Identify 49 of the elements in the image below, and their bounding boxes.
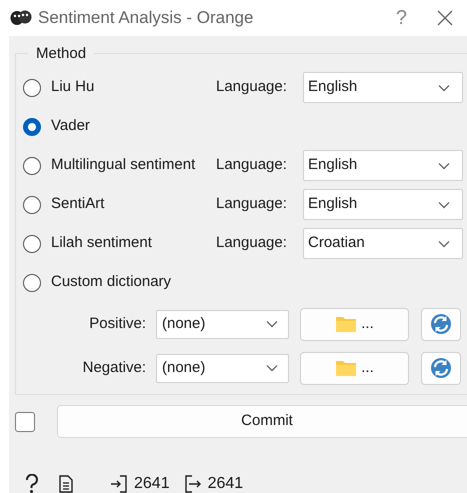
- output-count: 2641: [208, 474, 244, 493]
- help-icon[interactable]: [25, 474, 39, 493]
- output-arrow-icon: [184, 475, 202, 493]
- help-button[interactable]: ?: [396, 3, 407, 33]
- language-dropdown[interactable]: English: [303, 72, 463, 103]
- refresh-icon: [430, 313, 452, 335]
- method-label: Multilingual sentiment: [51, 155, 196, 176]
- method-label: Vader: [51, 116, 90, 136]
- dictionary-label: Positive:: [88, 314, 147, 334]
- reload-button[interactable]: [421, 352, 461, 384]
- method-label: SentiArt: [51, 194, 104, 214]
- radio-button[interactable]: [23, 234, 41, 252]
- language-dropdown[interactable]: English: [303, 150, 463, 181]
- input-arrow-icon: [110, 475, 128, 493]
- method-label: Custom dictionary: [51, 272, 172, 292]
- dictionary-dropdown[interactable]: (none): [156, 310, 289, 338]
- auto-commit-checkbox[interactable]: [15, 412, 35, 432]
- chevron-down-icon: [438, 200, 450, 208]
- chevron-down-icon: [266, 320, 278, 328]
- document-icon[interactable]: [59, 475, 73, 493]
- radio-button[interactable]: [23, 274, 41, 292]
- input-count: 2641: [134, 474, 170, 493]
- language-label: Language:: [216, 233, 288, 254]
- method-label: Liu Hu: [51, 77, 94, 98]
- language-dropdown[interactable]: English: [303, 189, 463, 220]
- radio-button[interactable]: [23, 78, 41, 96]
- language-label: Language:: [216, 77, 288, 98]
- chevron-down-icon: [266, 364, 278, 372]
- chevron-down-icon: [438, 240, 450, 248]
- language-label: Language:: [216, 194, 288, 214]
- method-label: Lilah sentiment: [51, 233, 152, 254]
- chevron-down-icon: [438, 162, 450, 170]
- dictionary-label: Negative:: [82, 358, 147, 378]
- folder-icon: [335, 359, 358, 377]
- folder-icon: [335, 315, 358, 333]
- refresh-icon: [430, 357, 452, 379]
- reload-button[interactable]: [421, 308, 461, 340]
- chevron-down-icon: [438, 84, 450, 92]
- window-title: Sentiment Analysis - Orange: [38, 7, 254, 30]
- commit-button[interactable]: Commit: [57, 405, 467, 438]
- radio-button[interactable]: [23, 196, 41, 214]
- browse-button[interactable]: ...: [300, 352, 409, 384]
- browse-button[interactable]: ...: [300, 308, 409, 340]
- dictionary-dropdown[interactable]: (none): [156, 354, 289, 382]
- close-icon[interactable]: [437, 10, 453, 26]
- radio-button[interactable]: [23, 118, 41, 136]
- language-label: Language:: [216, 155, 288, 176]
- language-dropdown[interactable]: Croatian: [303, 228, 463, 259]
- radio-button[interactable]: [23, 156, 41, 174]
